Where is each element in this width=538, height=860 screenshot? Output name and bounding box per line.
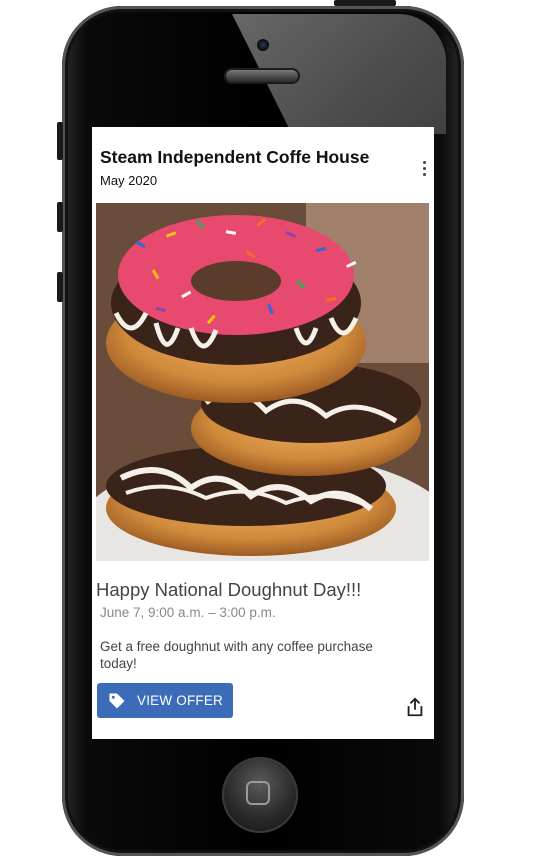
post-card: Steam Independent Coffe House May 2020 H… <box>92 127 434 739</box>
post-headline: Happy National Doughnut Day!!! <box>96 579 362 600</box>
phone-volume-down <box>57 272 63 302</box>
doughnut-stack-image <box>96 203 429 561</box>
tag-icon <box>109 693 125 708</box>
home-button[interactable] <box>222 757 298 833</box>
share-icon[interactable] <box>404 695 426 719</box>
phone-camera <box>257 39 269 51</box>
event-time: June 7, 9:00 a.m. – 3:00 p.m. <box>100 605 276 620</box>
more-vertical-icon[interactable] <box>415 161 433 181</box>
phone-power-button <box>334 0 396 6</box>
posted-date: May 2020 <box>100 173 158 188</box>
view-offer-label: VIEW OFFER <box>137 693 223 708</box>
view-offer-button[interactable]: VIEW OFFER <box>97 683 233 718</box>
home-button-icon <box>246 781 270 805</box>
phone-speaker <box>224 68 300 84</box>
post-description: Get a free doughnut with any coffee purc… <box>100 639 373 671</box>
business-name: Steam Independent Coffe House <box>100 147 370 167</box>
phone-volume-up <box>57 202 63 232</box>
phone-mute-switch <box>57 122 63 160</box>
